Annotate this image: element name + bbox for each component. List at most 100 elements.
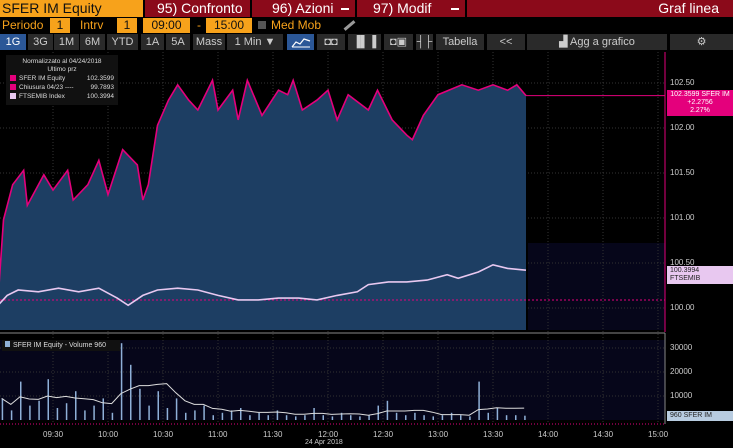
volume-bar [185, 412, 187, 420]
volume-bar [102, 398, 104, 420]
legend-label: Chiusura 04/23 ---- [19, 84, 74, 91]
volume-bar [148, 405, 150, 420]
price-tick-label: 102.50 [670, 78, 695, 87]
date-label: 24 Apr 2018 [305, 439, 343, 446]
volume-bar [423, 415, 425, 420]
time-tick-label: 15:00 [648, 430, 669, 439]
volume-bar [120, 343, 123, 420]
time-tick-label: 12:30 [373, 430, 394, 439]
volume-bar [10, 410, 13, 420]
legend-item-sfer[interactable]: SFER IM Equity 102.3599 [10, 75, 114, 83]
legend-subtitle: Ultimo prz [47, 66, 77, 73]
volume-bar [487, 412, 489, 420]
volume-bar [221, 412, 224, 420]
legend-value: 100.3994 [86, 93, 114, 100]
volume-bar [212, 415, 214, 420]
volume-bar [166, 408, 169, 420]
time-tick-label: 10:30 [153, 430, 174, 439]
volume-bar [267, 415, 269, 420]
volume-bar [65, 403, 68, 420]
volume-bar [295, 416, 297, 420]
time-tick-label: 14:00 [538, 430, 559, 439]
volume-bar [469, 416, 471, 420]
time-tick-label: 13:00 [428, 430, 449, 439]
time-tick-label: 11:30 [263, 430, 283, 439]
volume-bar [515, 415, 517, 420]
volume-bar [359, 416, 361, 420]
time-tick-label: 11:00 [208, 430, 228, 439]
volume-bar [130, 364, 132, 420]
volume-bar [405, 415, 407, 420]
volume-bar [304, 415, 306, 420]
time-tick-label: 09:30 [43, 430, 64, 439]
ftsemib-price-tag: 100.3994 FTSEMIB [667, 266, 733, 284]
time-tick-label: 14:30 [593, 430, 614, 439]
volume-bar [111, 412, 114, 420]
volume-bar [460, 415, 462, 420]
price-tick-label: 101.50 [670, 168, 695, 177]
volume-bar [249, 415, 251, 420]
volume-bar [350, 415, 352, 420]
price-tick-label: 102.00 [670, 123, 695, 132]
volume-legend: SFER IM Equity - Volume 960 [2, 340, 120, 351]
legend-swatch [10, 75, 16, 82]
legend-swatch [10, 84, 16, 91]
volume-bar [194, 410, 196, 420]
sfer-tag-percent: 2.27% [690, 107, 710, 114]
volume-panel-bg [0, 340, 665, 420]
volume-bar [313, 408, 315, 420]
chart-legend: Normalizzato al 04/24/2018 Ultimo prz SF… [6, 55, 118, 105]
volume-bar [157, 391, 159, 420]
legend-item-ftsemib[interactable]: FTSEMIB Index 100.3994 [10, 93, 114, 101]
volume-bar [432, 416, 434, 420]
volume-bar [93, 405, 95, 420]
volume-bar [414, 412, 416, 420]
volume-bar [29, 405, 31, 420]
time-tick-label: 12:00 [318, 430, 339, 439]
volume-bar [175, 398, 178, 420]
volume-bar [240, 408, 242, 420]
volume-bar [75, 391, 77, 420]
sfer-tag-price: 102.3599 SFER IM [670, 91, 730, 98]
volume-bar [258, 412, 260, 420]
volume-bar [203, 405, 205, 420]
volume-legend-label: SFER IM Equity - Volume 960 [13, 342, 106, 349]
volume-tick-label: 20000 [670, 367, 693, 376]
volume-tick-label: 10000 [670, 391, 693, 400]
legend-value: 102.3599 [86, 75, 114, 82]
volume-bar [139, 388, 141, 420]
volume-bar [20, 381, 22, 420]
volume-bar [386, 400, 389, 420]
legend-title: Normalizzato al 04/24/2018 [22, 58, 102, 65]
volume-bar [524, 415, 526, 420]
volume-swatch [5, 341, 10, 347]
volume-bar [450, 412, 453, 420]
price-tick-label: 100.00 [670, 303, 695, 312]
legend-label: FTSEMIB Index [19, 93, 65, 100]
volume-tag: 960 SFER IM [667, 411, 733, 421]
volume-bar [331, 416, 334, 420]
volume-bar [322, 415, 324, 420]
volume-bar [230, 410, 233, 420]
volume-bar [496, 408, 499, 420]
legend-item-close[interactable]: Chiusura 04/23 ---- 99.7893 [10, 84, 114, 92]
time-tick-label: 10:00 [98, 430, 119, 439]
volume-bar [38, 400, 40, 420]
time-tick-label: 13:30 [483, 430, 504, 439]
volume-tick-label: 30000 [670, 343, 693, 352]
legend-swatch [10, 93, 16, 100]
legend-value: 99.7893 [90, 84, 115, 91]
price-tick-label: 101.00 [670, 213, 695, 222]
volume-bar [478, 381, 480, 420]
volume-bar [47, 379, 49, 420]
volume-bar [441, 415, 444, 420]
volume-bar [84, 410, 86, 420]
volume-bar [285, 415, 288, 420]
volume-bar [1, 398, 4, 420]
sfer-price-tag: 102.3599 SFER IM +2.2756 2.27% [667, 90, 733, 116]
volume-bar [368, 415, 370, 420]
volume-bar [395, 412, 398, 420]
volume-bar [505, 415, 508, 420]
legend-label: SFER IM Equity [19, 75, 66, 82]
sfer-tag-change: +2.2756 [687, 99, 713, 106]
